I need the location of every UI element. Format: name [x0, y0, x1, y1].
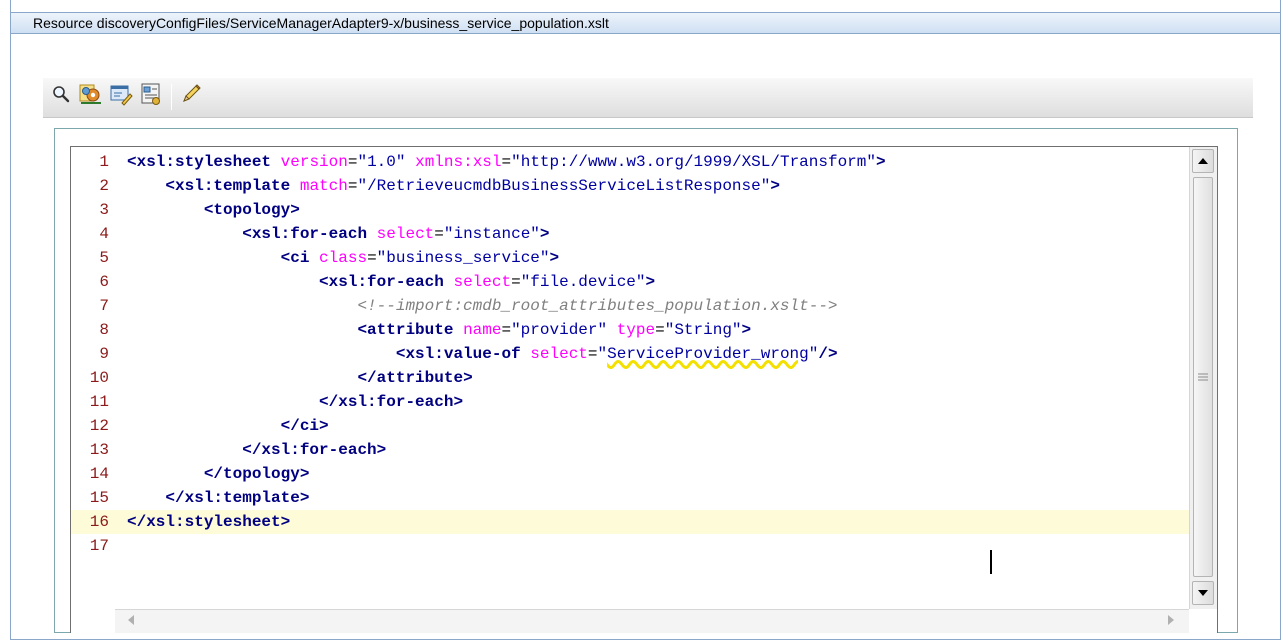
edit-form-button[interactable]	[109, 84, 133, 108]
line-number: 4	[99, 225, 109, 243]
edit-form-icon	[109, 82, 133, 111]
magnifier-icon	[51, 84, 71, 109]
grip-icon	[1198, 368, 1208, 386]
scroll-down-arrow-icon	[1198, 584, 1208, 602]
code-line[interactable]: 1 <xsl:stylesheet version="1.0" xmlns:xsl…	[71, 150, 1189, 174]
scroll-up-button[interactable]	[1192, 149, 1214, 173]
code-line[interactable]: 15 </xsl:template>	[71, 486, 1189, 510]
line-text: </xsl:for-each>	[319, 393, 464, 411]
text-caret	[990, 550, 992, 574]
code-line[interactable]: 10 </attribute>	[71, 366, 1189, 390]
code-line[interactable]: 4 <xsl:for-each select="instance">	[71, 222, 1189, 246]
scroll-up-arrow-icon	[1198, 152, 1208, 170]
code-line[interactable]: 5 <ci class="business_service">	[71, 246, 1189, 270]
editor-toolbar	[43, 78, 1253, 118]
code-line[interactable]: 13 </xsl:for-each>	[71, 438, 1189, 462]
line-number: 16	[89, 513, 109, 531]
line-text: </xsl:template>	[165, 489, 310, 507]
code-line[interactable]: 8 <attribute name="provider" type="Strin…	[71, 318, 1189, 342]
code-line[interactable]: 7 <!--import:cmdb_root_attributes_popula…	[71, 294, 1189, 318]
line-number: 14	[89, 465, 109, 483]
toolbar-separator	[171, 84, 172, 110]
line-text: </xsl:stylesheet>	[127, 513, 291, 531]
code-line[interactable]: 16 </xsl:stylesheet>	[71, 510, 1189, 534]
vertical-scroll-thumb[interactable]	[1193, 177, 1213, 577]
code-line[interactable]: 2 <xsl:template match="/RetrieveucmdbBus…	[71, 174, 1189, 198]
code-line[interactable]: 6 <xsl:for-each select="file.device">	[71, 270, 1189, 294]
code-line[interactable]: 9 <xsl:value-of select="ServiceProvider_…	[71, 342, 1189, 366]
line-text: <ci class="business_service">	[280, 249, 560, 267]
line-text: <xsl:template match="/RetrieveucmdbBusin…	[165, 177, 780, 195]
line-text: </attribute>	[357, 369, 473, 387]
line-text: <topology>	[203, 201, 300, 219]
scroll-left-button[interactable]	[121, 612, 141, 630]
search-button[interactable]	[49, 84, 73, 108]
gears-icon	[79, 82, 103, 111]
run-discovery-button[interactable]	[79, 84, 103, 108]
line-text: <xsl:for-each select="instance">	[242, 225, 550, 243]
code-line[interactable]: 12 </ci>	[71, 414, 1189, 438]
line-number: 2	[99, 177, 109, 195]
line-text: <xsl:stylesheet version="1.0" xmlns:xsl=…	[127, 153, 886, 171]
line-number: 17	[89, 537, 109, 555]
line-number: 12	[89, 417, 109, 435]
line-number: 3	[99, 201, 109, 219]
scroll-right-button[interactable]	[1161, 612, 1181, 630]
line-number: 13	[89, 441, 109, 459]
line-number: 1	[99, 153, 109, 171]
code-line[interactable]: 3 <topology>	[71, 198, 1189, 222]
line-number: 15	[89, 489, 109, 507]
line-number: 6	[99, 273, 109, 291]
line-number: 10	[89, 369, 109, 387]
line-text: </xsl:for-each>	[242, 441, 387, 459]
properties-icon	[139, 82, 163, 111]
line-number: 11	[89, 393, 109, 411]
line-number: 8	[99, 321, 109, 339]
pencil-icon	[180, 83, 202, 110]
scroll-down-button[interactable]	[1192, 581, 1214, 605]
code-area[interactable]: 1 <xsl:stylesheet version="1.0" xmlns:xsl…	[71, 147, 1189, 607]
line-number: 5	[99, 249, 109, 267]
scroll-left-arrow-icon	[127, 612, 135, 630]
code-line[interactable]: 11 </xsl:for-each>	[71, 390, 1189, 414]
line-number: 9	[99, 345, 109, 363]
line-text: <!--import:cmdb_root_attributes_populati…	[357, 297, 838, 315]
line-number: 7	[99, 297, 109, 315]
code-line[interactable]: 17	[71, 534, 1189, 558]
scroll-right-arrow-icon	[1167, 612, 1175, 630]
line-text: <attribute name="provider" type="String"…	[357, 321, 752, 339]
line-text: <xsl:value-of select="ServiceProvider_wr…	[395, 345, 838, 363]
resource-title: Resource discoveryConfigFiles/ServiceMan…	[11, 12, 1280, 34]
line-text: </topology>	[203, 465, 310, 483]
error-highlight: ServiceProvider_wrong	[607, 345, 809, 363]
properties-button[interactable]	[139, 82, 163, 111]
xslt-editor[interactable]: 1 <xsl:stylesheet version="1.0" xmlns:xsl…	[70, 146, 1218, 633]
edit-button[interactable]	[179, 83, 203, 110]
line-text: <xsl:for-each select="file.device">	[319, 273, 656, 291]
code-line[interactable]: 14 </topology>	[71, 462, 1189, 486]
line-text: </ci>	[280, 417, 329, 435]
horizontal-scrollbar[interactable]	[115, 609, 1189, 633]
vertical-scrollbar[interactable]	[1189, 147, 1217, 609]
